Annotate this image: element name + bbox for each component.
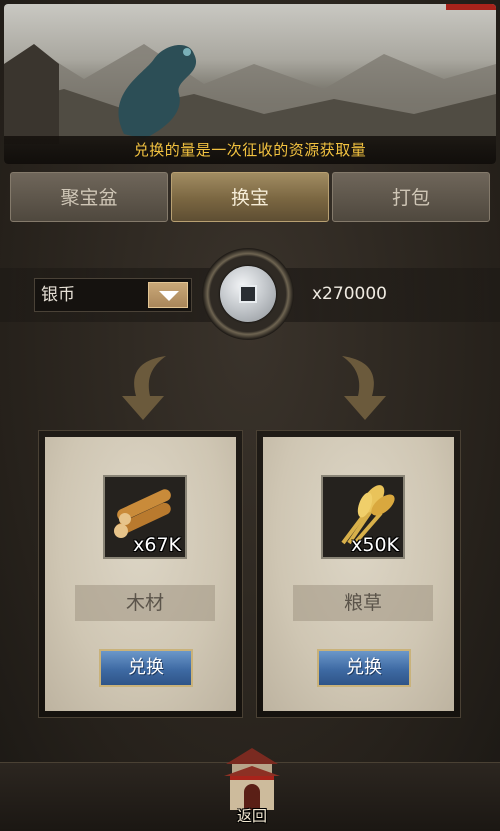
card-background: x67K 木材 兑换 <box>45 437 236 711</box>
banner-caption: 兑换的量是一次征收的资源获取量 <box>4 136 496 164</box>
tab-pack[interactable]: 打包 <box>332 172 490 222</box>
tab-bar: 聚宝盆 换宝 打包 <box>10 172 490 222</box>
card-background: x50K 粮草 兑换 <box>263 437 454 711</box>
banner: 兑换的量是一次征收的资源获取量 <box>4 4 496 164</box>
grain-item-slot: x50K <box>321 475 405 559</box>
curved-arrow-right-icon <box>342 356 386 420</box>
reward-card-wood: x67K 木材 兑换 <box>38 430 243 718</box>
corner-accent <box>446 4 496 10</box>
coin-square-hole <box>239 285 257 303</box>
reward-card-grain: x50K 粮草 兑换 <box>256 430 461 718</box>
exchange-grain-button[interactable]: 兑换 <box>317 649 411 687</box>
item-count: x50K <box>351 534 399 556</box>
wood-item-slot: x67K <box>103 475 187 559</box>
city-gate-icon <box>224 748 280 810</box>
item-count: x67K <box>133 534 181 556</box>
currency-select-value: 银币 <box>41 285 75 305</box>
chevron-down-icon[interactable] <box>148 282 188 308</box>
currency-select[interactable]: 银币 <box>34 278 192 312</box>
landscape-illustration <box>4 44 496 144</box>
return-button[interactable]: 返回 <box>220 742 284 828</box>
tab-exchange[interactable]: 换宝 <box>171 172 329 222</box>
curved-arrow-left-icon <box>122 356 166 420</box>
return-label: 返回 <box>236 807 267 825</box>
currency-amount: x270000 <box>312 284 387 304</box>
item-name: 粮草 <box>293 585 433 621</box>
item-name: 木材 <box>75 585 215 621</box>
tab-treasure-bowl[interactable]: 聚宝盆 <box>10 172 168 222</box>
exchange-wood-button[interactable]: 兑换 <box>99 649 193 687</box>
